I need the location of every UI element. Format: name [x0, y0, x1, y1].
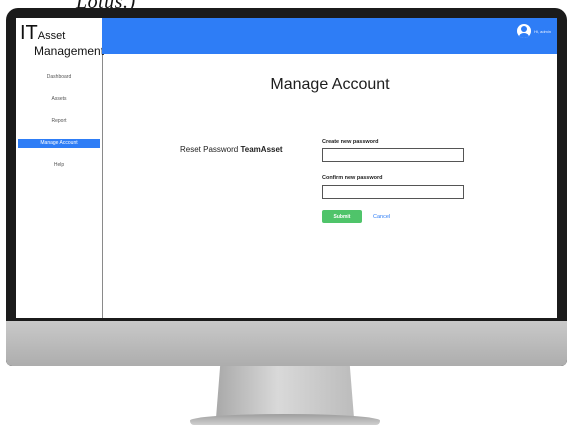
monitor-stand-base [190, 414, 380, 425]
logo-it: IT [20, 22, 38, 44]
logo-asset: Asset [37, 30, 66, 42]
monitor-stand-neck [216, 366, 354, 418]
confirm-password-input[interactable] [322, 185, 464, 199]
app-screen: ITAsset Management Dashboard Assets Repo… [16, 18, 557, 318]
main-content: Manage Account Reset Password TeamAsset … [103, 54, 557, 318]
sidebar-item-report[interactable]: Report [16, 117, 102, 126]
submit-button[interactable]: Submit [322, 210, 362, 223]
monitor-chin [6, 321, 567, 366]
monitor: ITAsset Management Dashboard Assets Repo… [6, 8, 567, 366]
reset-account-name: TeamAsset [240, 145, 283, 154]
confirm-password-label: Confirm new password [322, 175, 383, 181]
sidebar-item-manage-account[interactable]: Manage Account [18, 139, 100, 148]
logo-management: Management [34, 44, 105, 58]
sidebar: ITAsset Management Dashboard Assets Repo… [16, 18, 104, 318]
stage: Lotus.) ITAsset Management Dashboard Ass… [0, 0, 569, 425]
sidebar-nav: Dashboard Assets Report Manage Account H… [16, 73, 102, 183]
user-name[interactable]: Hi, admin [534, 29, 551, 34]
page-title: Manage Account [270, 76, 390, 93]
new-password-input[interactable] [322, 148, 464, 162]
reset-prefix: Reset Password [180, 145, 239, 154]
sidebar-item-assets[interactable]: Assets [16, 95, 102, 104]
app-logo: ITAsset Management [20, 23, 104, 57]
user-avatar-icon[interactable] [517, 24, 532, 38]
new-password-label: Create new password [322, 139, 379, 145]
sidebar-item-help[interactable]: Help [16, 161, 102, 170]
top-bar: Hi, admin [102, 18, 557, 54]
reset-password-label: Reset Password TeamAsset [180, 145, 283, 154]
sidebar-item-dashboard[interactable]: Dashboard [16, 73, 102, 82]
user-menu[interactable]: Hi, admin [517, 24, 551, 38]
cancel-link[interactable]: Cancel [373, 214, 390, 220]
